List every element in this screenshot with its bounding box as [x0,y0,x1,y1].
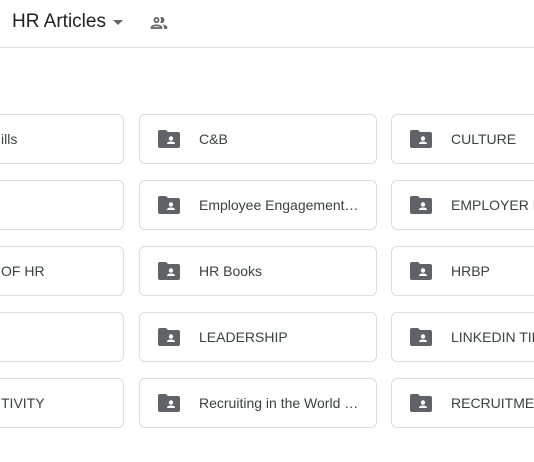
shared-folder-icon [410,130,432,148]
shared-folder-icon [410,394,432,412]
dropdown-caret-icon[interactable] [113,20,123,25]
folder-name: Recruiting in the World Of Work [199,395,361,411]
folder-card[interactable]: TIVITY [0,378,124,428]
folder-card[interactable]: OF HR [0,246,124,296]
folder-card[interactable]: HR Books [139,246,377,296]
folder-name: LINKEDIN TIPS [451,329,534,345]
folder-card[interactable] [0,312,124,362]
folder-card[interactable]: ills [0,114,124,164]
shared-folder-icon [158,262,180,280]
drive-folder-view: HR Articles ills OF HR TIVITY C&B Employ… [0,0,534,462]
folder-name: HRBP [451,263,490,279]
folder-name: CULTURE [451,131,517,147]
folder-name: OF HR [1,263,45,279]
folder-name: HR Books [199,263,263,279]
folder-card[interactable]: Employee Engagement and Retention [139,180,377,230]
shared-folder-icon [158,130,180,148]
shared-folder-icon [410,328,432,346]
folder-card[interactable]: C&B [139,114,377,164]
shared-folder-icon [410,196,432,214]
folder-name: Employee Engagement and Retention [199,197,361,213]
folder-name: RECRUITMENT [451,395,534,411]
shared-folder-icon [158,328,180,346]
shared-folder-icon [158,196,180,214]
shared-folder-icon [410,262,432,280]
folder-header: HR Articles [0,0,534,48]
shared-folder-icon [158,394,180,412]
folder-name: EMPLOYER BRANDING [451,197,534,213]
folder-name: LEADERSHIP [199,329,288,345]
folder-name: ills [1,131,18,147]
folder-name: C&B [199,131,228,147]
folder-card[interactable]: LEADERSHIP [139,312,377,362]
folder-card[interactable]: Recruiting in the World Of Work [139,378,377,428]
folder-card[interactable]: LINKEDIN TIPS [391,312,534,362]
folder-card[interactable]: CULTURE [391,114,534,164]
people-icon[interactable] [149,13,169,33]
folder-card[interactable]: HRBP [391,246,534,296]
folder-title[interactable]: HR Articles [12,10,106,34]
folder-card[interactable]: EMPLOYER BRANDING [391,180,534,230]
folder-name: TIVITY [1,395,45,411]
folder-card[interactable] [0,180,124,230]
folder-card[interactable]: RECRUITMENT [391,378,534,428]
